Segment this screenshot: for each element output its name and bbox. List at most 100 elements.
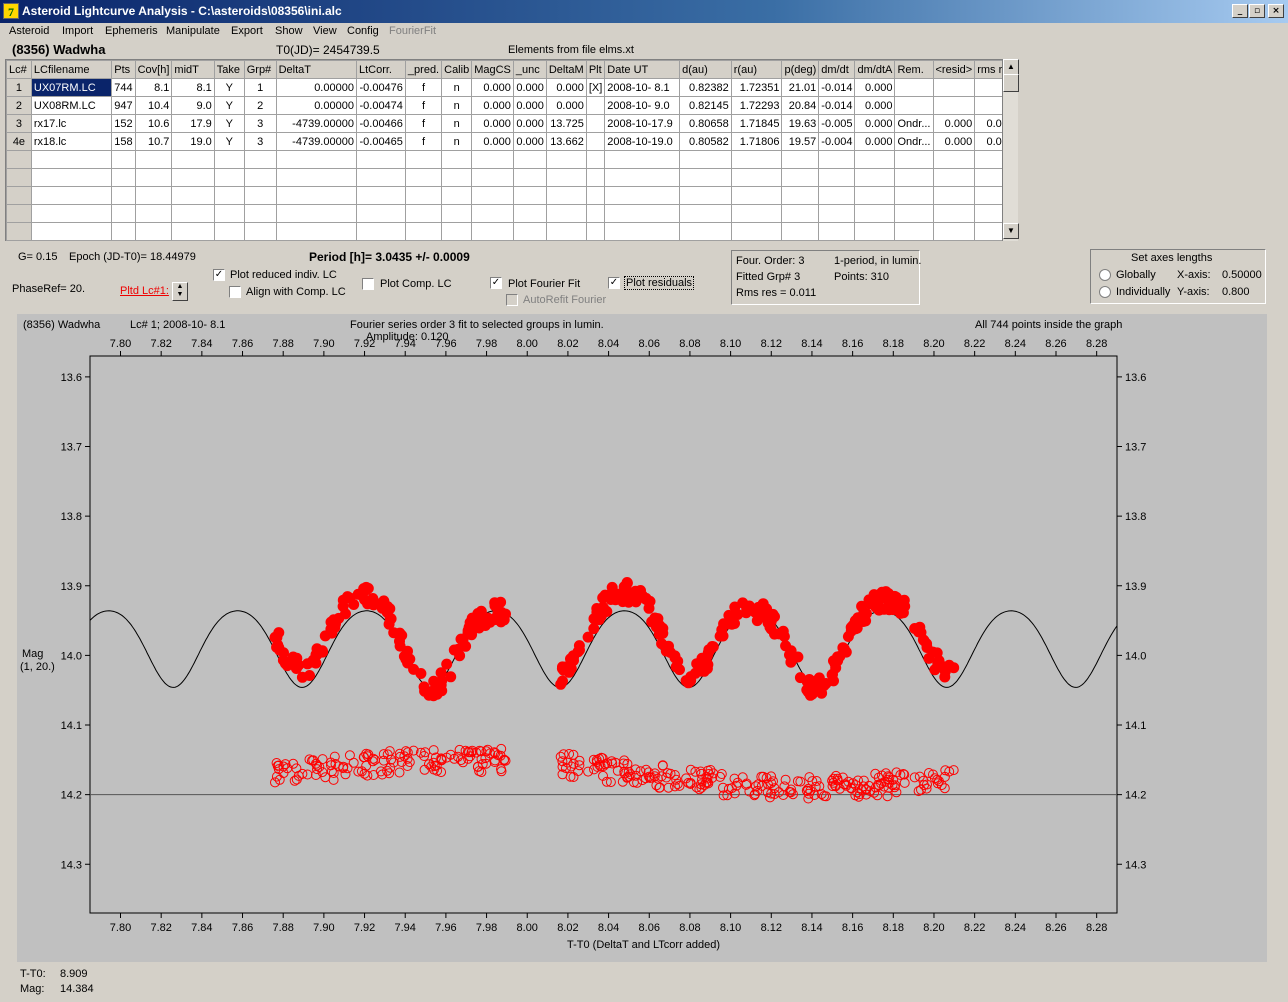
table-cell[interactable]: -0.004 — [818, 132, 856, 151]
table-cell[interactable] — [30, 204, 113, 223]
table-cell[interactable]: -0.005 — [818, 114, 856, 133]
column-header[interactable]: dm/dt — [818, 60, 856, 79]
menu-config[interactable]: Config — [347, 25, 379, 37]
table-cell[interactable] — [275, 204, 357, 223]
table-cell[interactable] — [854, 168, 896, 187]
plot-residuals-checkbox[interactable]: ✓ — [608, 277, 620, 289]
table-cell[interactable]: 0.00000 — [275, 78, 357, 97]
table-row[interactable] — [6, 186, 1017, 205]
table-row[interactable]: 4e rx18.lc 158 10.7 19.0 Y 3 -4739.00000 -0.0046… — [6, 132, 1017, 151]
plot-comp-checkbox[interactable] — [362, 278, 374, 290]
row-header[interactable] — [6, 204, 32, 223]
globally-radio[interactable] — [1099, 269, 1111, 281]
table-cell[interactable] — [512, 150, 547, 169]
table-cell[interactable]: 0.000 — [471, 132, 514, 151]
column-header[interactable]: midT — [171, 60, 215, 79]
table-cell[interactable]: [X] — [585, 78, 606, 97]
table-cell[interactable]: rx18.lc — [30, 132, 113, 151]
table-cell[interactable]: 3 — [243, 114, 277, 133]
table-cell[interactable]: -0.014 — [818, 78, 856, 97]
table-cell[interactable] — [213, 168, 245, 187]
table-cell[interactable]: 0.000 — [854, 132, 896, 151]
table-cell[interactable] — [854, 204, 896, 223]
table-cell[interactable]: 19.0 — [171, 132, 215, 151]
table-cell[interactable] — [585, 150, 606, 169]
table-cell[interactable]: 0.82382 — [679, 78, 732, 97]
align-comp-checkbox[interactable] — [229, 286, 241, 298]
table-cell[interactable] — [404, 186, 443, 205]
table-cell[interactable]: n — [441, 132, 473, 151]
table-cell[interactable]: 13.725 — [545, 114, 587, 133]
table-cell[interactable] — [679, 186, 732, 205]
table-cell[interactable]: 1.72351 — [730, 78, 783, 97]
table-cell[interactable] — [243, 186, 277, 205]
table-cell[interactable]: UX07RM.LC — [30, 78, 113, 97]
table-cell[interactable] — [134, 204, 173, 223]
table-cell[interactable] — [932, 222, 976, 241]
table-cell[interactable]: UX08RM.LC — [30, 96, 113, 115]
table-cell[interactable]: -0.014 — [818, 96, 856, 115]
table-cell[interactable] — [275, 168, 357, 187]
table-cell[interactable] — [171, 204, 215, 223]
column-header[interactable]: Grp# — [243, 60, 277, 79]
table-cell[interactable]: f — [404, 132, 443, 151]
table-cell[interactable] — [679, 150, 732, 169]
table-cell[interactable] — [604, 186, 681, 205]
table-cell[interactable] — [171, 168, 215, 187]
table-cell[interactable]: 1.71806 — [730, 132, 783, 151]
table-cell[interactable] — [679, 204, 732, 223]
table-cell[interactable] — [818, 168, 856, 187]
column-header[interactable]: Calib — [441, 60, 473, 79]
table-cell[interactable] — [781, 150, 820, 169]
table-cell[interactable] — [894, 168, 934, 187]
close-button[interactable]: × — [1268, 4, 1284, 18]
table-cell[interactable]: 17.9 — [171, 114, 215, 133]
table-cell[interactable]: -0.00466 — [355, 114, 406, 133]
table-cell[interactable] — [854, 222, 896, 241]
table-cell[interactable] — [171, 222, 215, 241]
table-cell[interactable] — [932, 168, 976, 187]
table-cell[interactable]: Y — [213, 132, 245, 151]
table-cell[interactable]: rx17.lc — [30, 114, 113, 133]
minimize-button[interactable]: _ — [1232, 4, 1248, 18]
table-cell[interactable] — [818, 204, 856, 223]
table-cell[interactable] — [585, 132, 606, 151]
table-cell[interactable] — [894, 204, 934, 223]
table-cell[interactable] — [818, 150, 856, 169]
table-cell[interactable]: 0.80658 — [679, 114, 732, 133]
table-cell[interactable]: -4739.00000 — [275, 114, 357, 133]
table-cell[interactable]: f — [404, 96, 443, 115]
column-header[interactable]: Cov[h] — [134, 60, 173, 79]
scroll-down-icon[interactable]: ▼ — [1003, 223, 1019, 239]
table-cell[interactable] — [134, 222, 173, 241]
table-cell[interactable]: 8.1 — [134, 78, 173, 97]
table-cell[interactable] — [213, 204, 245, 223]
table-cell[interactable] — [404, 150, 443, 169]
menu-show[interactable]: Show — [275, 25, 303, 37]
table-cell[interactable] — [404, 168, 443, 187]
column-header[interactable]: MagCS — [471, 60, 514, 79]
table-cell[interactable] — [275, 150, 357, 169]
table-cell[interactable] — [441, 222, 473, 241]
table-cell[interactable]: 19.57 — [781, 132, 820, 151]
table-cell[interactable] — [854, 186, 896, 205]
table-row[interactable]: 1 UX07RM.LC 744 8.1 8.1 Y 1 0.00000 -0.00476 f n 0.… — [6, 78, 1017, 97]
table-cell[interactable] — [471, 168, 514, 187]
table-cell[interactable] — [213, 186, 245, 205]
table-cell[interactable]: 10.7 — [134, 132, 173, 151]
scroll-thumb[interactable] — [1003, 74, 1019, 92]
table-cell[interactable] — [604, 204, 681, 223]
table-cell[interactable] — [275, 222, 357, 241]
table-cell[interactable] — [781, 204, 820, 223]
table-cell[interactable] — [243, 222, 277, 241]
table-cell[interactable] — [30, 222, 113, 241]
table-cell[interactable] — [854, 150, 896, 169]
row-header[interactable] — [6, 222, 32, 241]
column-header[interactable]: Take — [213, 60, 245, 79]
table-cell[interactable] — [512, 168, 547, 187]
row-header[interactable] — [6, 150, 32, 169]
table-cell[interactable]: 10.6 — [134, 114, 173, 133]
table-cell[interactable] — [585, 204, 606, 223]
column-header[interactable]: Rem. — [894, 60, 934, 79]
column-header[interactable]: Lc# — [6, 60, 32, 79]
